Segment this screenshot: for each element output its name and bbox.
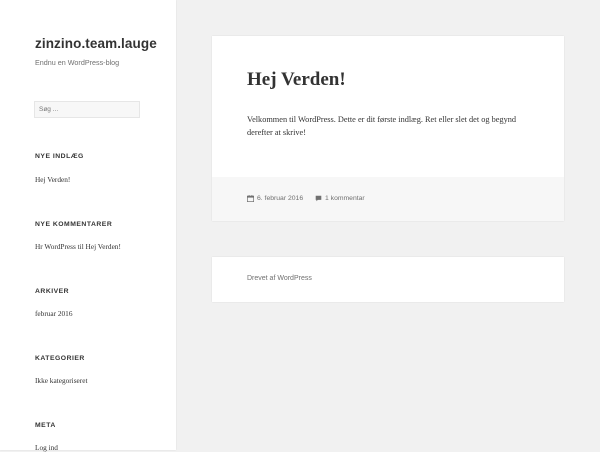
post-comments-link[interactable]: 1 kommentar xyxy=(315,195,365,202)
archive-link[interactable]: februar 2016 xyxy=(35,309,72,318)
login-link[interactable]: Log ind xyxy=(35,443,58,452)
comment-bubble-icon xyxy=(315,195,322,202)
widget-title-categories: KATEGORIER xyxy=(35,355,85,362)
post-comments: 1 kommentar xyxy=(325,195,365,202)
search-input[interactable] xyxy=(34,101,140,118)
widget-title-recent-posts: NYE INDLÆG xyxy=(35,153,84,160)
post-footer: 6. februar 2016 1 kommentar xyxy=(212,177,564,221)
sidebar: zinzino.team.lauge Endnu en WordPress-bl… xyxy=(0,0,176,452)
recent-comment-link[interactable]: Hr WordPress til Hej Verden! xyxy=(35,242,121,251)
post-card: Hej Verden! Velkommen til WordPress. Det… xyxy=(212,36,564,221)
widget-title-meta: META xyxy=(35,422,56,429)
powered-by-link[interactable]: Drevet af WordPress xyxy=(247,275,312,282)
site-title[interactable]: zinzino.team.lauge xyxy=(35,36,157,51)
post-date: 6. februar 2016 xyxy=(257,195,304,202)
calendar-icon xyxy=(247,195,254,202)
recent-post-link[interactable]: Hej Verden! xyxy=(35,175,70,184)
widget-title-recent-comments: NYE KOMMENTARER xyxy=(35,221,113,228)
category-link[interactable]: Ikke kategoriseret xyxy=(35,376,87,385)
widget-title-archives: ARKIVER xyxy=(35,288,70,295)
site-footer: Drevet af WordPress xyxy=(212,257,564,302)
post-title[interactable]: Hej Verden! xyxy=(247,69,346,91)
site-description: Endnu en WordPress-blog xyxy=(35,58,120,67)
post-date-link[interactable]: 6. februar 2016 xyxy=(247,195,303,202)
post-body: Velkommen til WordPress. Dette er dit fø… xyxy=(247,115,517,137)
